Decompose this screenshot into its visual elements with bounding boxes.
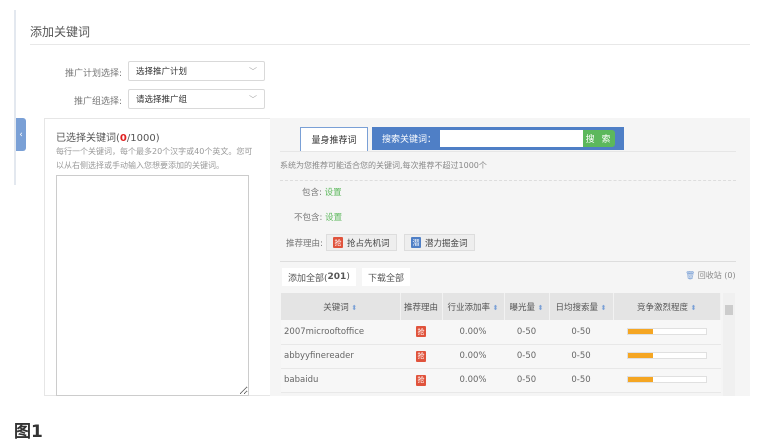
search-button[interactable]: 搜 索: [583, 130, 616, 147]
reason-cell: 抢: [400, 344, 442, 369]
sort-icon: ⬍: [690, 303, 697, 312]
keyword-cell: 2007microoftoffice: [281, 320, 400, 345]
competition-cell: [613, 368, 721, 393]
collapse-sidebar-button[interactable]: ‹: [16, 118, 26, 151]
table-row[interactable]: babaidu 抢 0.00% 0-50 0-50: [281, 368, 721, 393]
table-scrollbar[interactable]: [723, 293, 735, 396]
daily-search-cell: 0-50: [549, 368, 613, 393]
reason-button-seize[interactable]: 抢抢占先机词: [326, 234, 397, 251]
add-all-button[interactable]: 添加全部(201): [282, 268, 356, 286]
divider: [280, 180, 736, 181]
plan-select[interactable]: 选择推广计划 ﹀: [128, 61, 265, 81]
group-label: 推广组选择:: [73, 97, 122, 107]
scrollbar-thumb[interactable]: [725, 305, 733, 315]
exposure-cell: 0-50: [504, 320, 549, 345]
table-row[interactable]: abbyyfinereader 抢 0.00% 0-50 0-50: [281, 344, 721, 369]
group-select[interactable]: 请选择推广组 ﹀: [128, 89, 265, 109]
reason-cell: 抢: [400, 320, 442, 345]
col-reason: 推荐理由: [400, 293, 443, 320]
seize-badge-icon: 抢: [333, 237, 343, 248]
competition-bar-fill: [627, 377, 654, 382]
search-input[interactable]: [440, 130, 584, 147]
table-row[interactable]: 2007microoftoffice 抢 0.00% 0-50 0-50: [281, 320, 721, 345]
exclude-row: 不包含: 设置: [294, 213, 343, 223]
rate-cell: 0.00%: [442, 344, 504, 369]
page-border: [14, 10, 16, 185]
keyword-table: 关键词 ⬍ 推荐理由 行业添加率 ⬍ 曝光量 ⬍ 日均搜索量 ⬍ 竞争激烈程度 …: [281, 293, 721, 393]
sort-icon: ⬍: [537, 303, 544, 312]
seize-badge-icon: 抢: [416, 374, 426, 386]
exclude-set-link[interactable]: 设置: [325, 213, 342, 223]
chevron-down-icon: ﹀: [249, 94, 257, 104]
sort-icon: ⬍: [492, 303, 499, 312]
selected-hint: 每行一个关键词，每个最多20个汉字或40个英文。您可以从右侧选择或手动输入您想要…: [56, 147, 253, 170]
competition-bar-fill: [627, 353, 654, 358]
potential-badge-icon: 潜: [411, 237, 421, 248]
rate-cell: 0.00%: [442, 320, 504, 345]
download-all-button[interactable]: 下载全部: [362, 268, 411, 286]
page-title: 添加关键词: [30, 25, 91, 39]
competition-bar: [626, 352, 707, 359]
daily-search-cell: 0-50: [549, 320, 613, 345]
divider: [280, 151, 736, 152]
col-rate[interactable]: 行业添加率 ⬍: [442, 293, 505, 320]
figure-caption: 图1: [14, 422, 43, 442]
chevron-left-icon: ‹: [19, 129, 23, 140]
search-bar: 搜索关键词： 搜 索: [372, 127, 624, 150]
keyword-cell: abbyyfinereader: [281, 344, 400, 369]
col-competition[interactable]: 竞争激烈程度 ⬍: [613, 293, 721, 320]
seize-badge-icon: 抢: [416, 350, 426, 362]
include-set-link[interactable]: 设置: [325, 188, 342, 198]
seize-badge-icon: 抢: [416, 326, 426, 338]
group-select-value: 请选择推广组: [136, 95, 188, 105]
competition-cell: [613, 344, 721, 369]
recycle-bin-button[interactable]: 🗑 回收站 (0): [685, 270, 736, 281]
col-daily[interactable]: 日均搜索量 ⬍: [549, 293, 614, 320]
competition-bar-fill: [627, 328, 654, 334]
keyword-cell: babaidu: [281, 368, 400, 393]
divider: [280, 261, 736, 262]
recommend-notice: 系统为您推荐可能适合您的关键词,每次推荐不超过1000个: [280, 161, 487, 170]
sort-icon: ⬍: [351, 303, 358, 312]
competition-bar: [626, 327, 707, 335]
keywords-textarea[interactable]: [56, 175, 249, 396]
chevron-down-icon: ﹀: [249, 66, 257, 76]
daily-search-cell: 0-50: [549, 344, 613, 369]
tab-recommended[interactable]: 量身推荐词: [300, 127, 368, 151]
competition-bar: [626, 376, 707, 383]
exposure-cell: 0-50: [504, 344, 549, 369]
selected-keywords-label: 已选择关键词(0/1000): [56, 133, 160, 144]
trash-icon: 🗑: [685, 271, 696, 280]
sort-icon: ⬍: [600, 303, 607, 312]
reason-label: 推荐理由:: [286, 239, 323, 249]
divider: [30, 44, 750, 45]
rate-cell: 0.00%: [442, 368, 504, 393]
competition-cell: [613, 320, 721, 345]
exposure-cell: 0-50: [504, 368, 549, 393]
col-keyword[interactable]: 关键词 ⬍: [281, 293, 401, 320]
plan-label: 推广计划选择:: [64, 69, 122, 79]
search-label: 搜索关键词：: [382, 135, 437, 145]
reason-button-potential[interactable]: 潜潜力掘金词: [404, 234, 475, 251]
include-row: 包含: 设置: [302, 188, 342, 198]
plan-select-value: 选择推广计划: [136, 67, 188, 77]
reason-cell: 抢: [400, 368, 442, 393]
col-exposure[interactable]: 曝光量 ⬍: [504, 293, 550, 320]
